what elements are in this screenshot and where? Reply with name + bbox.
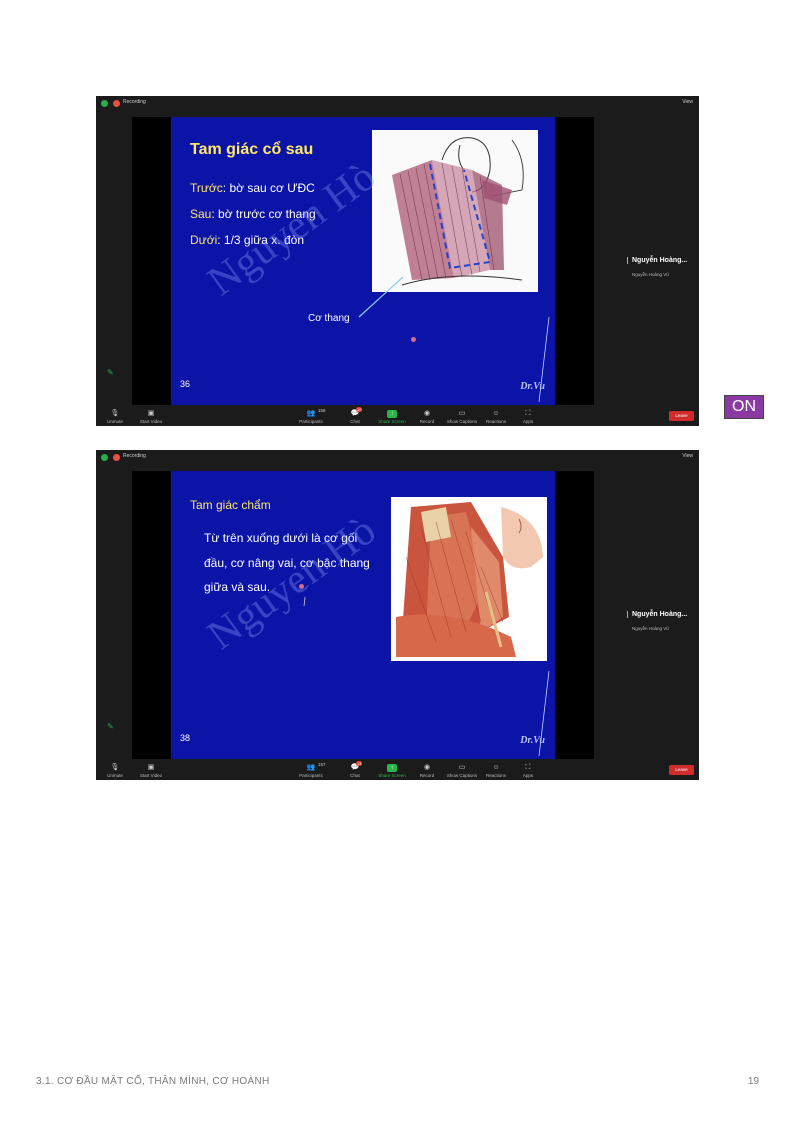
apps-button[interactable]: ⛶ Apps: [511, 764, 545, 778]
reactions-icon: ☺: [492, 410, 500, 417]
captions-icon: ▭: [458, 764, 466, 771]
view-button[interactable]: View: [682, 453, 693, 459]
record-button[interactable]: ◉ Record: [410, 764, 444, 778]
captions-icon: ▭: [458, 410, 466, 417]
mic-muted-icon: 🎙: [110, 410, 120, 417]
slide-signature: Dr.Vu: [520, 735, 545, 746]
record-button[interactable]: ◉ Record: [410, 410, 444, 424]
zoom-screenshot-2: Recording View Tam giác chẩm Từ trên xuố…: [96, 450, 699, 780]
laser-pointer: [411, 337, 416, 342]
slide-number: 36: [180, 379, 191, 389]
slide-signature: Dr.Vu: [520, 381, 545, 392]
participants-icon: 👥: [306, 410, 316, 417]
shield-icon: [101, 454, 108, 461]
leave-button[interactable]: Leave: [669, 765, 694, 775]
recording-icon: [113, 454, 120, 461]
share-screen-icon: ↑: [387, 410, 397, 418]
recording-label: Recording: [123, 453, 146, 459]
footer-section-title: 3.1. CƠ ĐẦU MẶT CỔ, THÂN MÌNH, CƠ HOÀNH: [36, 1076, 270, 1087]
share-screen-button[interactable]: ↑ Share Screen: [375, 410, 409, 424]
reactions-button[interactable]: ☺ Reactions: [479, 410, 513, 424]
share-screen-icon: ↑: [387, 764, 397, 772]
reactions-button[interactable]: ☺ Reactions: [479, 764, 513, 778]
shared-screen: Tam giác cổ sau Trước: bờ sau cơ ƯĐC Sau…: [132, 117, 594, 405]
apps-icon: ⛶: [525, 410, 531, 417]
shared-screen: Tam giác chẩm Từ trên xuống dưới là cơ g…: [132, 471, 594, 759]
recording-label: Recording: [123, 99, 146, 105]
apps-button[interactable]: ⛶ Apps: [511, 410, 545, 424]
shield-icon: [101, 100, 108, 107]
unmute-button[interactable]: 🎙 Unmute: [98, 764, 132, 778]
participant-sub: Nguyễn Hoàng Vũ: [632, 626, 669, 631]
annotate-pen-icon[interactable]: ✎: [107, 722, 114, 731]
participants-count: 157: [318, 762, 326, 767]
record-icon: ◉: [423, 410, 431, 417]
mic-muted-icon: 🎙: [110, 764, 120, 771]
slide-annotation: Cơ thang: [308, 313, 350, 324]
show-captions-button[interactable]: ▭ Show Captions: [445, 764, 479, 778]
zoom-top-bar: Recording View: [96, 96, 699, 112]
participant-name[interactable]: Nguyễn Hoàng...: [627, 257, 687, 264]
participant-name[interactable]: Nguyễn Hoàng...: [627, 611, 687, 618]
unmute-button[interactable]: 🎙 Unmute: [98, 410, 132, 424]
annotate-pen-icon[interactable]: ✎: [107, 368, 114, 377]
reactions-icon: ☺: [492, 764, 500, 771]
participant-sub: Nguyễn Hoàng Vũ: [632, 272, 669, 277]
chat-button[interactable]: 💬 Chat: [338, 410, 372, 424]
participants-icon: 👥: [306, 764, 316, 771]
start-video-button[interactable]: ▣ Start Video: [134, 764, 168, 778]
share-screen-button[interactable]: ↑ Share Screen: [375, 764, 409, 778]
zoom-top-bar: Recording View: [96, 450, 699, 466]
apps-icon: ⛶: [525, 764, 531, 771]
slide-number: 38: [180, 733, 191, 743]
slide: Tam giác cổ sau Trước: bờ sau cơ ƯĐC Sau…: [171, 117, 555, 405]
on-badge: ON: [724, 395, 764, 419]
zoom-screenshot-1: Recording View Tam giác cổ sau Trước: bờ…: [96, 96, 699, 426]
meeting-toolbar: 🎙 Unmute ▣ Start Video 👥 Participants 157 💬…: [96, 760, 699, 780]
video-off-icon: ▣: [147, 410, 155, 417]
chat-button[interactable]: 💬 Chat: [338, 764, 372, 778]
show-captions-button[interactable]: ▭ Show Captions: [445, 410, 479, 424]
laser-pointer: [299, 584, 304, 589]
recording-icon: [113, 100, 120, 107]
participants-count: 156: [318, 408, 326, 413]
record-icon: ◉: [423, 764, 431, 771]
start-video-button[interactable]: ▣ Start Video: [134, 410, 168, 424]
view-button[interactable]: View: [682, 99, 693, 105]
video-off-icon: ▣: [147, 764, 155, 771]
slide: Tam giác chẩm Từ trên xuống dưới là cơ g…: [171, 471, 555, 759]
leave-button[interactable]: Leave: [669, 411, 694, 421]
meeting-toolbar: 🎙 Unmute ▣ Start Video 👥 Participants 156 💬…: [96, 406, 699, 426]
page-number: 19: [747, 1076, 759, 1087]
